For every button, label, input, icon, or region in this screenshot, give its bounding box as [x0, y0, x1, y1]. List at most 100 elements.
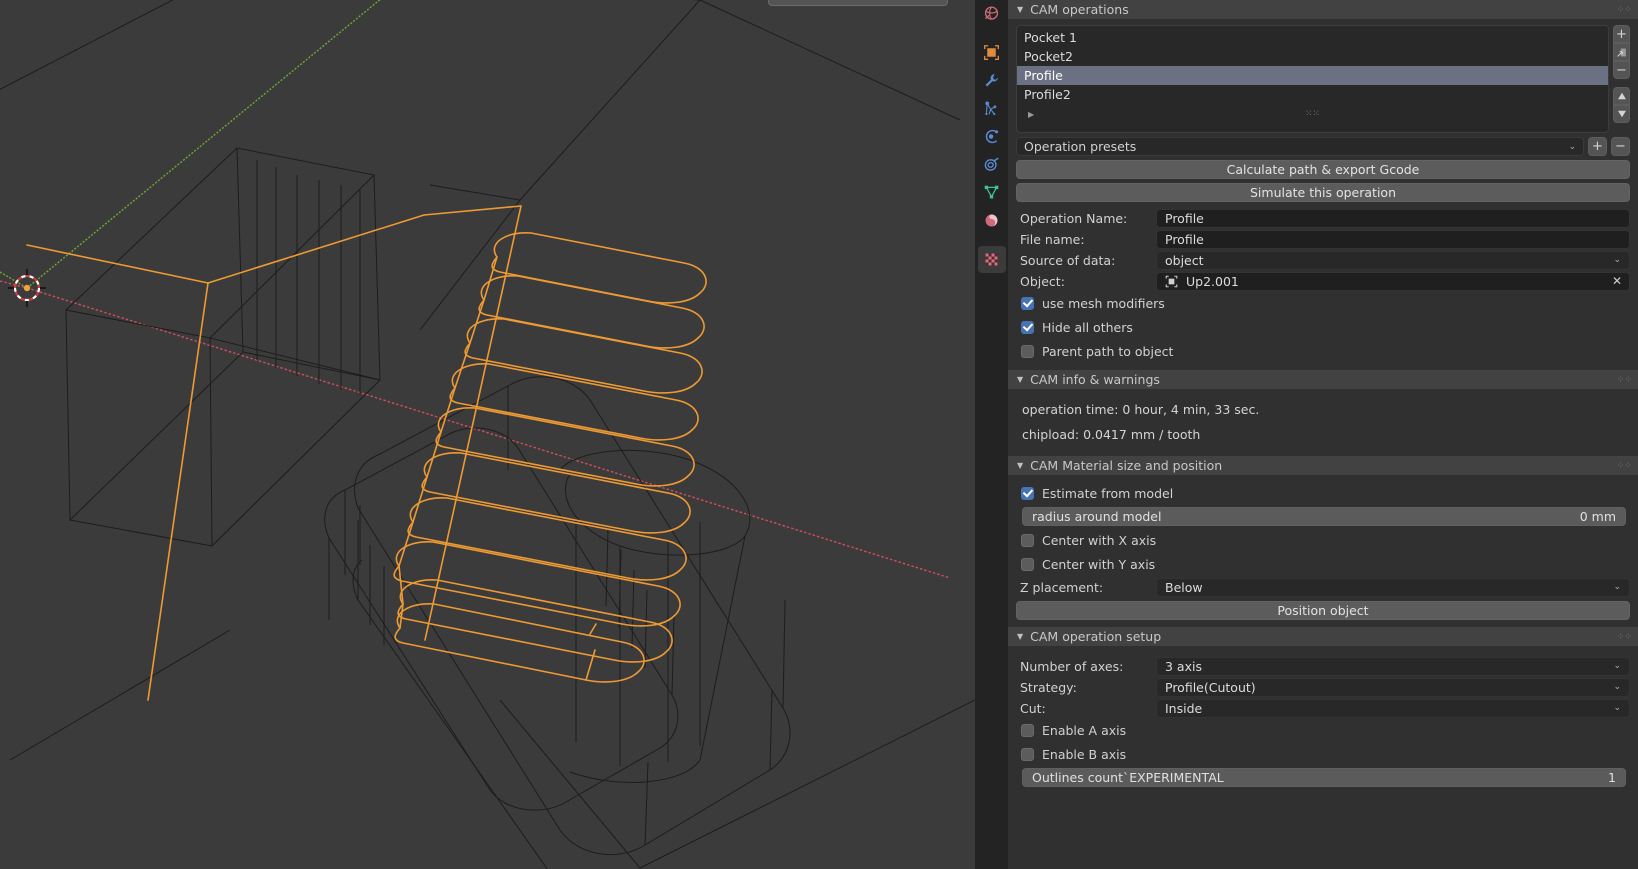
cam-operations-title: CAM operations	[1030, 2, 1129, 17]
center-with-x-axis-row[interactable]: Center with X axis	[1016, 528, 1630, 552]
particles-icon-glyph	[985, 101, 997, 116]
object-icon-glyph	[984, 45, 999, 60]
number-of-axes-dropdown[interactable]: 3 axis ⌄	[1156, 656, 1630, 676]
clear-object-icon[interactable]: ✕	[1612, 274, 1622, 288]
object-constraint-icon[interactable]	[978, 151, 1006, 178]
parent-path-to-object-label: Parent path to object	[1042, 343, 1174, 359]
file-name-input[interactable]: Profile	[1156, 229, 1630, 249]
viewport-scene: .w { fill:none; stroke:#1d1d1d; stroke-w…	[0, 0, 975, 869]
operation-presets-dropdown[interactable]: Operation presets ⌄	[1016, 137, 1584, 156]
enable-b-axis-label: Enable B axis	[1042, 746, 1127, 762]
enable-a-axis-checkbox[interactable]	[1021, 723, 1034, 737]
estimate-from-model-checkbox[interactable]	[1021, 486, 1034, 500]
properties-tab-rail[interactable]	[975, 0, 1008, 869]
center-with-y-axis-checkbox[interactable]	[1021, 557, 1034, 571]
list-item[interactable]: Pocket2	[1017, 47, 1608, 66]
panel-grip-icon: ⁘⁘	[1616, 460, 1632, 471]
chipload-text: chipload: 0.0417 mm / tooth	[1022, 427, 1201, 442]
object-type-icon	[1165, 275, 1178, 288]
cam-material-header[interactable]: ▼ CAM Material size and position ⁘⁘	[1008, 456, 1638, 475]
material-properties-icon[interactable]	[978, 207, 1006, 234]
object-field[interactable]: Up2.001 ✕	[1156, 271, 1630, 291]
list-side-buttons[interactable]: + −	[1613, 25, 1630, 133]
cam-material-title: CAM Material size and position	[1030, 458, 1223, 473]
calculate-path-button[interactable]: Calculate path & export Gcode	[1016, 160, 1630, 179]
world-icon[interactable]	[978, 0, 1006, 27]
object-data-icon[interactable]	[978, 179, 1006, 206]
estimate-from-model-row[interactable]: Estimate from model	[1016, 481, 1630, 505]
source-of-data-dropdown[interactable]: object ⌄	[1156, 250, 1630, 270]
cam-operations-list[interactable]: Pocket 1 Pocket2 Profile Profile2 ▶ ⁙⁙	[1016, 25, 1609, 133]
hide-all-others-row[interactable]: Hide all others	[1016, 315, 1630, 339]
radius-around-model-field[interactable]: radius around model 0 mm	[1022, 507, 1626, 526]
strategy-dropdown[interactable]: Profile(Cutout) ⌄	[1156, 677, 1630, 697]
enable-b-axis-row[interactable]: Enable B axis	[1016, 742, 1630, 766]
center-with-x-axis-checkbox[interactable]	[1021, 533, 1034, 547]
remove-operation-button[interactable]: −	[1613, 61, 1630, 79]
estimate-from-model-label: Estimate from model	[1042, 485, 1174, 501]
object-name-value: Up2.001	[1186, 273, 1239, 289]
cam-setup-title: CAM operation setup	[1030, 629, 1162, 644]
duplicate-icon	[1617, 48, 1626, 57]
world-icon-glyph	[984, 6, 999, 20]
parent-path-to-object-checkbox[interactable]	[1021, 344, 1034, 358]
center-with-y-axis-row[interactable]: Center with Y axis	[1016, 552, 1630, 576]
list-footer[interactable]: ▶ ⁙⁙	[1017, 104, 1608, 124]
viewport-header-widget[interactable]	[768, 0, 948, 6]
use-mesh-modifiers-checkbox[interactable]	[1021, 296, 1034, 310]
chevron-down-icon: ⌄	[1613, 255, 1621, 265]
cam-info-header[interactable]: ▼ CAM info & warnings ⁘⁘	[1008, 370, 1638, 389]
enable-a-axis-row[interactable]: Enable A axis	[1016, 718, 1630, 742]
cam-operations-header[interactable]: ▼ CAM operations ⁘⁘	[1008, 0, 1638, 19]
chevron-down-icon: ⌄	[1568, 141, 1576, 152]
strategy-value: Profile(Cutout)	[1165, 679, 1256, 695]
list-item[interactable]: Pocket 1	[1017, 28, 1608, 47]
remove-preset-button[interactable]: −	[1611, 137, 1630, 156]
cut-value: Inside	[1165, 700, 1203, 716]
expand-filter-icon[interactable]: ▶	[1028, 110, 1034, 119]
source-of-data-value: object	[1165, 252, 1204, 268]
move-down-button[interactable]	[1613, 105, 1630, 123]
axis-lines	[0, 0, 951, 579]
add-preset-button[interactable]: +	[1588, 137, 1607, 156]
toolpath-loop	[407, 497, 687, 581]
use-mesh-modifiers-row[interactable]: use mesh modifiers	[1016, 291, 1630, 315]
part-far-edges	[419, 0, 701, 869]
add-operation-button[interactable]: +	[1613, 25, 1630, 43]
chevron-down-icon: ⌄	[1613, 661, 1621, 671]
list-item[interactable]: Profile	[1017, 66, 1608, 85]
object-properties-icon[interactable]	[978, 39, 1006, 66]
hide-all-others-checkbox[interactable]	[1021, 320, 1034, 334]
list-item[interactable]: Profile2	[1017, 85, 1608, 104]
list-resize-grip-icon[interactable]: ⁙⁙	[1305, 109, 1320, 119]
texture-properties-icon[interactable]	[977, 246, 1006, 273]
number-of-axes-value: 3 axis	[1165, 658, 1202, 674]
duplicate-operation-button[interactable]	[1613, 43, 1630, 61]
outlines-count-field[interactable]: Outlines count`EXPERIMENTAL 1	[1022, 768, 1626, 787]
cut-dropdown[interactable]: Inside ⌄	[1156, 698, 1630, 718]
arrow-up-icon	[1617, 92, 1626, 100]
modifier-properties-icon[interactable]	[978, 67, 1006, 94]
number-of-axes-row: Number of axes: 3 axis ⌄	[1016, 656, 1630, 676]
physics-properties-icon[interactable]	[978, 123, 1006, 150]
particle-properties-icon[interactable]	[978, 95, 1006, 122]
3d-cursor	[8, 269, 46, 307]
enable-b-axis-checkbox[interactable]	[1021, 747, 1034, 761]
cam-setup-header[interactable]: ▼ CAM operation setup ⁘⁘	[1008, 627, 1638, 646]
move-up-button[interactable]	[1613, 87, 1630, 105]
3d-viewport[interactable]: .w { fill:none; stroke:#1d1d1d; stroke-w…	[0, 0, 975, 869]
wrench-icon-glyph	[985, 74, 998, 87]
z-placement-dropdown[interactable]: Below ⌄	[1156, 577, 1630, 597]
panel-grip-icon: ⁘⁘	[1616, 631, 1632, 642]
collapse-triangle-icon: ▼	[1017, 374, 1024, 384]
collapse-triangle-icon: ▼	[1017, 631, 1024, 641]
position-object-button[interactable]: Position object	[1016, 601, 1630, 620]
simulate-operation-button[interactable]: Simulate this operation	[1016, 183, 1630, 202]
mesh-data-icon-glyph	[984, 185, 999, 199]
collapse-triangle-icon: ▼	[1017, 4, 1024, 14]
properties-panel[interactable]: ▼ CAM operations ⁘⁘ Pocket 1 Pocket2 Pro…	[1008, 0, 1638, 869]
parent-path-to-object-row[interactable]: Parent path to object	[1016, 339, 1630, 363]
stock-wireframe	[0, 0, 975, 869]
source-of-data-label: Source of data:	[1020, 252, 1116, 268]
operation-name-input[interactable]: Profile	[1156, 208, 1630, 228]
